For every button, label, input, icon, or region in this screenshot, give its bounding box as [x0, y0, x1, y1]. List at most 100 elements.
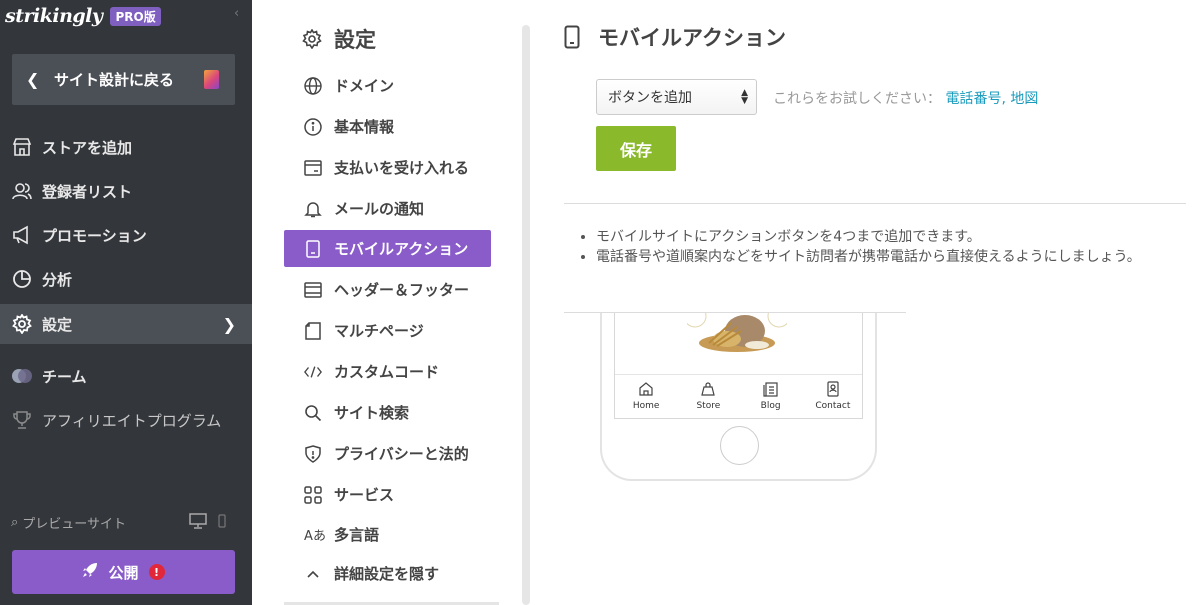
grid-icon — [304, 485, 322, 504]
settings-item-label: サービス — [334, 486, 395, 504]
users-icon — [11, 180, 33, 202]
settings-item-custom-code[interactable]: カスタムコード — [284, 353, 491, 390]
page-title-label: モバイルアクション — [598, 26, 786, 50]
phone-tab-label: Blog — [760, 401, 781, 411]
add-button-select[interactable]: ボタンを追加 ▲ ▼ — [596, 79, 757, 115]
phone-tab-label: Store — [696, 401, 721, 411]
code-icon — [304, 363, 322, 381]
settings-item-label: 支払いを受け入れる — [334, 159, 470, 177]
suggestion-hint-label: これらをお試しください： — [773, 91, 941, 107]
publish-alert-badge: ! — [148, 564, 165, 580]
sidebar-item-label: ストアを追加 — [42, 138, 133, 157]
payment-icon — [304, 159, 322, 177]
store-icon — [11, 136, 33, 158]
sidebar-item-label: 分析 — [42, 270, 73, 289]
settings-item-label: 基本情報 — [334, 118, 395, 136]
chevron-right-icon: ❯ — [222, 314, 236, 334]
phone-tab-blog[interactable]: Blog — [740, 375, 802, 418]
settings-item-site-search[interactable]: サイト検索 — [284, 394, 491, 431]
publish-button[interactable]: 公開 ! — [12, 550, 235, 594]
add-button-select-value: ボタンを追加 — [608, 90, 692, 106]
brand[interactable]: strikingly PRO版 — [5, 2, 161, 30]
pages-icon — [304, 321, 322, 340]
sidebar-item-analytics[interactable]: 分析 — [0, 259, 252, 299]
sidebar-item-promotion[interactable]: プロモーション — [0, 215, 252, 255]
page-icon — [204, 70, 219, 89]
info-list: モバイルサイトにアクションボタンを4つまで追加できます。 電話番号や道順案内など… — [580, 229, 1180, 269]
chevron-left-icon: ❮ — [26, 70, 40, 89]
sidebar-item-label: チーム — [42, 367, 87, 386]
settings-item-services[interactable]: サービス — [284, 476, 491, 513]
sidebar-item-label: 登録者リスト — [42, 182, 133, 201]
settings-item-domain[interactable]: ドメイン — [284, 67, 491, 104]
phone-tab-home[interactable]: Home — [615, 375, 677, 418]
info-item: モバイルサイトにアクションボタンを4つまで追加できます。 — [596, 229, 1180, 246]
settings-item-label: ドメイン — [334, 77, 395, 95]
sidebar-item-affiliate[interactable]: アフィリエイトプログラム — [0, 400, 252, 440]
phone-tab-label: Contact — [815, 401, 851, 411]
back-to-editor-button[interactable]: ❮ サイト設計に戻る — [12, 54, 235, 105]
settings-item-multipage[interactable]: マルチページ — [284, 312, 491, 349]
phone-tab-contact[interactable]: Contact — [802, 375, 862, 418]
mobile-preview-icon[interactable] — [218, 514, 226, 532]
sidebar-item-settings[interactable]: 設定 ❯ — [0, 304, 252, 344]
save-button[interactable]: 保存 — [596, 126, 676, 171]
info-item: 電話番号や道順案内などをサイト訪問者が携帯電話から直接使えるようにしましょう。 — [596, 249, 1180, 266]
phone-home-button — [720, 426, 759, 465]
settings-item-email-notifications[interactable]: メールの通知 — [284, 190, 491, 227]
desktop-icon[interactable] — [189, 513, 207, 533]
mobile-icon — [564, 25, 580, 49]
back-to-editor-label: サイト設計に戻る — [54, 71, 175, 89]
sidebar-item-team[interactable]: チーム — [0, 356, 252, 396]
home-icon — [639, 382, 653, 396]
settings-scrollbar[interactable] — [522, 25, 530, 605]
settings-item-label: マルチページ — [334, 322, 424, 340]
publish-label: 公開 — [108, 563, 139, 582]
mobile-actions-panel: モバイルアクション ボタンを追加 ▲ ▼ これらをお試しください： 電話番号, 地… — [532, 0, 1200, 605]
shield-icon — [304, 444, 322, 463]
settings-item-label: モバイルアクション — [334, 240, 469, 258]
bell-icon — [304, 200, 322, 218]
suggestion-hint: これらをお試しください： 電話番号, 地図 — [773, 88, 1038, 108]
sidebar-item-subscribers[interactable]: 登録者リスト — [0, 171, 252, 211]
settings-item-label: カスタムコード — [334, 363, 440, 381]
settings-item-hide-advanced[interactable]: 詳細設定を隠す — [284, 555, 491, 592]
phone-tab-bar: Home Store Blog Contact — [615, 374, 862, 418]
chevron-up-icon — [304, 565, 322, 583]
team-icon — [11, 365, 33, 387]
phone-screen: Home Store Blog Contact — [614, 313, 863, 419]
collapse-sidebar-icon[interactable]: ‹ — [234, 6, 239, 21]
settings-item-payments[interactable]: 支払いを受け入れる — [284, 149, 491, 186]
product-image — [687, 313, 787, 352]
phone-number-link[interactable]: 電話番号, — [945, 91, 1005, 107]
shopping-bag-icon — [701, 382, 716, 396]
search-icon: ⌕ — [11, 514, 19, 530]
settings-item-mobile-actions[interactable]: モバイルアクション — [284, 230, 491, 267]
phone-tab-store[interactable]: Store — [677, 375, 739, 418]
preview-site-link[interactable]: ⌕ プレビューサイト — [11, 512, 241, 532]
settings-item-multilingual[interactable]: Aあ 多言語 — [284, 516, 491, 553]
header-footer-icon — [304, 281, 322, 299]
preview-site-label: プレビューサイト — [22, 516, 127, 532]
gear-icon — [302, 28, 322, 50]
settings-item-label: サイト検索 — [334, 404, 410, 422]
globe-icon — [304, 76, 322, 95]
save-label: 保存 — [619, 140, 652, 160]
settings-item-label: 多言語 — [334, 526, 380, 544]
settings-item-label: メールの通知 — [334, 200, 425, 218]
language-icon: Aあ — [304, 529, 326, 544]
pro-badge: PRO版 — [110, 6, 161, 26]
sidebar-item-store[interactable]: ストアを追加 — [0, 127, 252, 167]
app-sidebar: strikingly PRO版 ‹ ❮ サイト設計に戻る ストアを追加 登録者リ… — [0, 0, 252, 605]
trophy-icon — [11, 409, 33, 431]
gear-icon — [11, 313, 33, 335]
megaphone-icon — [11, 224, 33, 246]
settings-item-basic-info[interactable]: 基本情報 — [284, 108, 491, 145]
map-link[interactable]: 地図 — [1010, 91, 1038, 107]
phone-tab-label: Home — [632, 401, 660, 411]
divider — [564, 203, 1186, 204]
settings-item-header-footer[interactable]: ヘッダー＆フッター — [284, 271, 491, 308]
settings-item-privacy-legal[interactable]: プライバシーと法的 — [284, 435, 491, 472]
settings-item-label: プライバシーと法的 — [334, 445, 469, 463]
strikingly-logo: strikingly — [5, 5, 103, 27]
